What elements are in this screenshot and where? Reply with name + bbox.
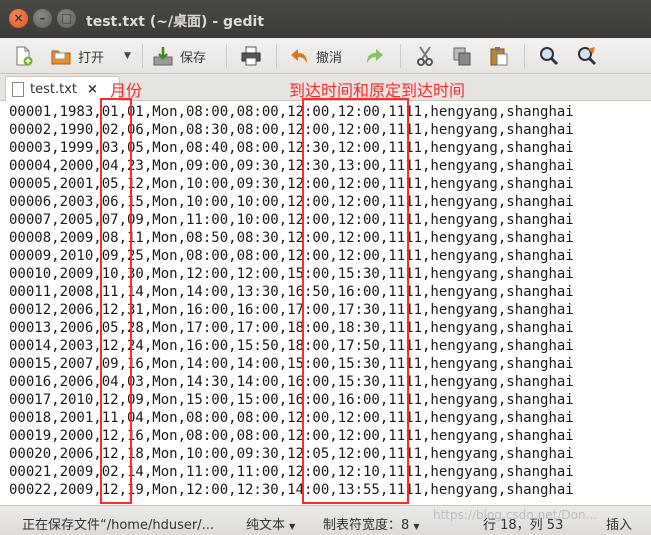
dropdown-arrow-icon: ▼ <box>124 51 131 61</box>
find-replace-button[interactable] <box>576 38 598 74</box>
close-tab-icon[interactable]: × <box>87 82 98 97</box>
toolbar-separator <box>524 44 525 68</box>
arrival-time-columns-highlight <box>302 98 409 504</box>
new-button[interactable] <box>12 38 34 74</box>
text-line: 00012,2006,12,31,Mon,16:00,16:00,17:00,1… <box>9 302 574 318</box>
paste-button[interactable] <box>488 38 510 74</box>
save-icon <box>152 45 174 67</box>
new-document-icon <box>12 45 34 67</box>
text-line: 00021,2009,02,14,Mon,11:00,11:00,12:00,1… <box>9 464 574 480</box>
window-title: test.txt (~/桌面) - gedit <box>86 14 265 30</box>
text-line: 00004,2000,04,23,Mon,09:00,09:30,12:30,1… <box>9 158 574 174</box>
open-label: 打开 <box>78 50 105 66</box>
find-replace-icon <box>576 45 598 67</box>
undo-label: 撤消 <box>316 50 343 66</box>
text-file-icon <box>12 81 24 97</box>
save-status-text: 正在保存文件“/home/hduser/... <box>22 518 214 533</box>
text-line: 00017,2010,12,09,Mon,15:00,15:00,16:00,1… <box>9 392 574 408</box>
undo-arrow-icon <box>288 45 310 67</box>
scissors-icon <box>414 45 436 67</box>
tab-label: test.txt <box>30 81 77 97</box>
toolbar-separator <box>142 44 143 68</box>
open-folder-icon <box>50 45 72 67</box>
text-line: 00020,2006,12,18,Mon,10:00,09:30,12:05,1… <box>9 446 574 462</box>
text-line: 00009,2010,09,25,Mon,08:00,08:00,12:00,1… <box>9 248 574 264</box>
minimize-window-button[interactable]: – <box>33 9 52 28</box>
text-line: 00013,2006,05,28,Mon,17:00,17:00,18:00,1… <box>9 320 574 336</box>
undo-button[interactable]: 撤消 <box>288 38 342 74</box>
toolbar: 打开 ▼ 保存 撤消 <box>0 38 651 74</box>
save-button[interactable]: 保存 <box>152 38 206 74</box>
text-line: 00005,2001,05,12,Mon,10:00,09:30,12:00,1… <box>9 176 574 192</box>
print-button[interactable] <box>240 38 262 74</box>
title-bar: × – □ test.txt (~/桌面) - gedit <box>0 0 651 38</box>
copy-icon <box>451 45 473 67</box>
text-line: 00006,2003,06,15,Mon,10:00,10:00,12:00,1… <box>9 194 574 210</box>
dropdown-arrow-icon: ▼ <box>289 522 296 531</box>
text-line: 00002,1990,02,06,Mon,08:30,08:00,12:00,1… <box>9 122 574 138</box>
syntax-label: 纯文本 <box>246 518 286 533</box>
syntax-selector[interactable]: 纯文本 ▼ <box>246 514 295 533</box>
text-line: 00019,2000,12,16,Mon,08:00,08:00,12:00,1… <box>9 428 574 444</box>
maximize-window-button[interactable]: □ <box>57 9 76 28</box>
paste-clipboard-icon <box>488 45 510 67</box>
redo-arrow-icon <box>364 45 386 67</box>
cut-button[interactable] <box>414 38 436 74</box>
watermark-text: https://blog.csdn.net/Don... <box>433 508 597 522</box>
toolbar-separator <box>276 44 277 68</box>
toolbar-separator <box>226 44 227 68</box>
dropdown-arrow-icon: ▼ <box>413 522 420 531</box>
text-line: 00003,1999,03,05,Mon,08:40,08:00,12:30,1… <box>9 140 574 156</box>
text-line: 00007,2005,07,09,Mon,11:00,10:00,12:00,1… <box>9 212 574 228</box>
save-label: 保存 <box>180 50 207 66</box>
tab-width-label: 制表符宽度：8 <box>323 518 410 533</box>
tab-width-selector[interactable]: 制表符宽度：8 ▼ <box>323 514 420 533</box>
printer-icon <box>240 45 262 67</box>
find-button[interactable] <box>538 38 560 74</box>
text-line: 00018,2001,11,04,Mon,08:00,08:00,12:00,1… <box>9 410 574 426</box>
text-line: 00015,2007,09,16,Mon,14:00,14:00,15:00,1… <box>9 356 574 372</box>
text-line: 00016,2006,04,03,Mon,14:30,14:00,16:00,1… <box>9 374 574 390</box>
text-line: 00010,2009,10,30,Mon,12:00,12:00,15:00,1… <box>9 266 574 282</box>
text-line: 00022,2009,12,19,Mon,12:00,12:30,14:00,1… <box>9 482 574 498</box>
toolbar-separator <box>400 44 401 68</box>
month-column-highlight <box>100 98 132 504</box>
open-button[interactable]: 打开 <box>50 38 104 74</box>
text-line: 00001,1983,01,01,Mon,08:00,08:00,12:00,1… <box>9 104 574 120</box>
insert-mode: 插入 <box>606 518 633 533</box>
text-line: 00008,2009,08,11,Mon,08:50,08:30,12:00,1… <box>9 230 574 246</box>
text-line: 00011,2008,11,14,Mon,14:00,13:30,16:50,1… <box>9 284 574 300</box>
copy-button[interactable] <box>451 38 473 74</box>
search-icon <box>538 45 560 67</box>
text-line: 00014,2003,12,24,Mon,16:00,15:50,18:00,1… <box>9 338 574 354</box>
redo-button[interactable] <box>364 38 386 74</box>
open-dropdown-button[interactable]: ▼ <box>124 38 131 74</box>
close-window-button[interactable]: × <box>9 9 28 28</box>
